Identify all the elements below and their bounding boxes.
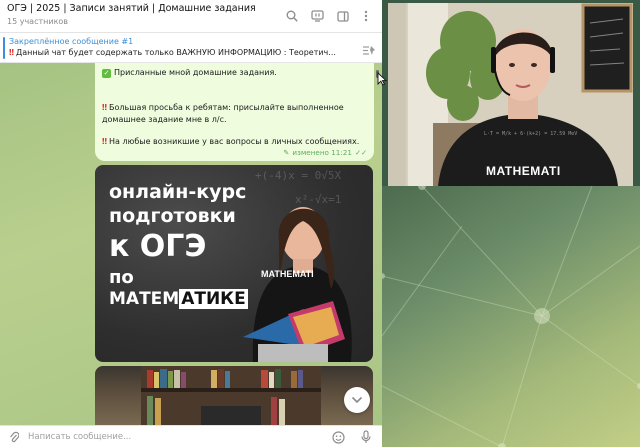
pinned-text-content: Данный чат будет содержать только ВАЖНУЮ… — [16, 48, 336, 57]
exclamation-icon: ‼ — [102, 103, 108, 112]
promo-line-5a: МАТЕМ — [109, 289, 180, 309]
webcam-video: L·T = M/k + 6·(k+2) = 17.59 MeV MATHEMAT… — [388, 3, 633, 186]
chat-header[interactable]: ОГЭ | 2025 | Записи занятий | Домашние з… — [0, 0, 382, 33]
promo-line-3: к ОГЭ — [109, 229, 207, 264]
message-text: домашнее задание мне в л/с. — [102, 115, 227, 124]
bookshelf-illustration — [141, 366, 321, 426]
paperclip-icon[interactable] — [6, 429, 22, 445]
emoji-icon[interactable] — [330, 429, 346, 445]
livestream-icon[interactable] — [308, 7, 326, 25]
scrollbar-track[interactable] — [376, 65, 380, 419]
pinned-indicator — [3, 37, 5, 59]
pinned-title: Закреплённое сообщение #1 — [9, 37, 134, 46]
chalk-formula: +(-4)x = 0√5X — [255, 169, 342, 182]
pinned-list-icon[interactable] — [362, 41, 376, 60]
microphone-icon[interactable] — [358, 429, 374, 445]
sidebar-toggle-icon[interactable] — [334, 7, 352, 25]
member-count: 15 участников — [7, 17, 69, 26]
message-meta: ✎ изменено 11:21 ✓✓ — [283, 148, 367, 157]
promo-line-5b: АТИКЕ — [179, 289, 248, 309]
promo-line-2: подготовки — [109, 205, 236, 227]
promo-image[interactable]: +(-4)x = 0√5X x²-√x=1 2x+y MATHEMATI онл… — [95, 165, 373, 362]
read-checks-icon: ✓✓ — [354, 148, 367, 157]
background-network-pattern — [382, 186, 640, 447]
message-line: ‼ Большая просьба к ребятам: присылайте в… — [102, 103, 344, 112]
message-list[interactable]: ✓ Присланные мной домашние задания. ‼ Боль… — [0, 63, 382, 426]
mouse-cursor-icon — [377, 72, 387, 86]
edited-time: изменено 11:21 — [292, 148, 352, 157]
chat-title: ОГЭ | 2025 | Записи занятий | Домашние з… — [7, 3, 256, 14]
pinned-message-bar[interactable]: Закреплённое сообщение #1 ‼ Данный чат бу… — [0, 33, 382, 63]
chevron-down-icon — [351, 396, 363, 404]
promo-line-4: по — [109, 267, 134, 288]
message-line: ‼ На любые возникшие у вас вопросы в личн… — [102, 137, 359, 146]
message-text: На любые возникшие у вас вопросы в личны… — [109, 137, 360, 146]
exclamation-icon: ‼ — [102, 137, 108, 146]
search-icon[interactable] — [283, 7, 301, 25]
scroll-to-bottom-button[interactable] — [344, 387, 370, 413]
message-input[interactable] — [28, 430, 308, 444]
message-composer[interactable] — [0, 425, 382, 447]
webcam-shirt-text: MATHEMATI — [486, 164, 561, 178]
more-vertical-icon[interactable] — [357, 7, 375, 25]
message-line: ✓ Присланные мной домашние задания. — [102, 68, 277, 78]
promo-line-1: онлайн-курс — [109, 181, 247, 203]
pinned-text: ‼ Данный чат будет содержать только ВАЖНУ… — [9, 48, 349, 57]
second-image[interactable] — [95, 366, 373, 426]
edit-pencil-icon: ✎ — [283, 148, 290, 157]
svg-text:L·T = M/k + 6·(k+2) = 17.59 Me: L·T = M/k + 6·(k+2) = 17.59 MeV — [484, 131, 577, 137]
message-text: Присланные мной домашние задания. — [114, 68, 277, 77]
promo-shirt-text: MATHEMATI — [261, 269, 314, 279]
check-mark-icon: ✓ — [102, 69, 111, 78]
exclamation-icon: ‼ — [9, 48, 15, 57]
message-bubble[interactable]: ✓ Присланные мной домашние задания. ‼ Боль… — [95, 63, 374, 161]
telegram-window: ОГЭ | 2025 | Записи занятий | Домашние з… — [0, 0, 382, 447]
message-text: Большая просьба к ребятам: присылайте вы… — [109, 103, 344, 112]
promo-line-5: МАТЕМ АТИКЕ — [109, 289, 248, 309]
